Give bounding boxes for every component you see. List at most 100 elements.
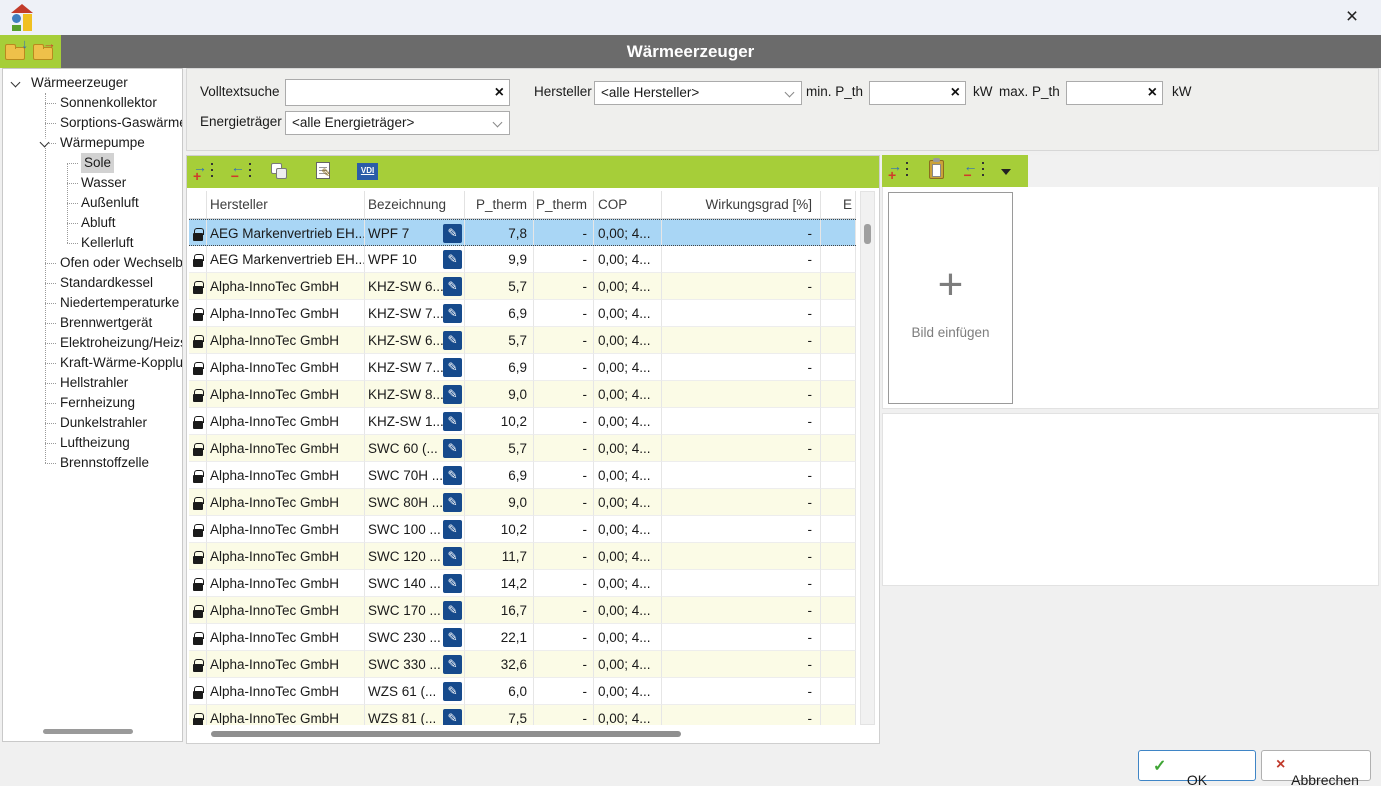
col-p-therm[interactable]: P_therm [465, 191, 534, 218]
table-row[interactable]: Alpha-InnoTec GmbHSWC 330 ...✎32,6-0,00;… [189, 651, 856, 678]
table-row[interactable]: Alpha-InnoTec GmbHWZS 81 (...✎7,5-0,00; … [189, 705, 856, 725]
add-image-button[interactable]: → + [888, 159, 912, 183]
chevron-down-icon[interactable] [11, 78, 21, 88]
hersteller-select[interactable]: <alle Hersteller> [594, 81, 802, 105]
table-vscrollbar[interactable] [860, 191, 875, 725]
table-row[interactable]: Alpha-InnoTec GmbHWZS 61 (...✎6,0-0,00; … [189, 678, 856, 705]
tree-item-fernheizung[interactable]: Fernheizung [3, 393, 182, 413]
tree-item-wasser[interactable]: Wasser [3, 173, 182, 193]
cell-lock [189, 408, 207, 435]
table-row[interactable]: Alpha-InnoTec GmbHSWC 120 ...✎11,7-0,00;… [189, 543, 856, 570]
table-row[interactable]: Alpha-InnoTec GmbHKHZ-SW 7...✎6,9-0,00; … [189, 354, 856, 381]
edit-icon[interactable]: ✎ [443, 277, 462, 296]
ok-button[interactable]: ✓ OK [1138, 750, 1256, 781]
edit-icon[interactable]: ✎ [443, 466, 462, 485]
image-placeholder[interactable]: + Bild einfügen [888, 192, 1013, 404]
close-icon[interactable]: × [1339, 4, 1365, 30]
table-row[interactable]: Alpha-InnoTec GmbHSWC 70H ...✎6,9-0,00; … [189, 462, 856, 489]
tree-item-außenluft[interactable]: Außenluft [3, 193, 182, 213]
edit-icon[interactable]: ✎ [443, 224, 462, 243]
tree-item-niedertemperaturke[interactable]: Niedertemperaturke [3, 293, 182, 313]
tree-item-hellstrahler[interactable]: Hellstrahler [3, 373, 182, 393]
remove-image-button[interactable]: ← − [964, 159, 988, 183]
edit-icon[interactable]: ✎ [443, 520, 462, 539]
table-row[interactable]: Alpha-InnoTec GmbHKHZ-SW 7...✎6,9-0,00; … [189, 300, 856, 327]
export-folder-button[interactable]: → [32, 41, 56, 62]
energietraeger-select[interactable]: <alle Energieträger> [285, 111, 510, 135]
min-pth-unit: kW [973, 84, 993, 99]
clear-min-pth-icon[interactable]: × [951, 86, 960, 100]
min-pth-input[interactable] [874, 82, 945, 104]
tree-item-sole[interactable]: Sole [3, 153, 182, 173]
tree-item-wärmepumpe[interactable]: Wärmepumpe [3, 133, 182, 153]
tree-hscrollbar-thumb[interactable] [43, 729, 133, 734]
edit-icon[interactable]: ✎ [443, 304, 462, 323]
edit-icon[interactable]: ✎ [443, 412, 462, 431]
table-row[interactable]: AEG Markenvertrieb EH...WPF 7✎7,8-0,00; … [189, 219, 856, 246]
table-toolbar: → + ← − ✎ VDI [187, 156, 879, 188]
table-hscrollbar[interactable] [189, 728, 859, 740]
table-row[interactable]: Alpha-InnoTec GmbHSWC 230 ...✎22,1-0,00;… [189, 624, 856, 651]
table-row[interactable]: AEG Markenvertrieb EH...WPF 10✎9,9-0,00;… [189, 246, 856, 273]
col-wirkungsgrad[interactable]: Wirkungsgrad [%] [662, 191, 821, 218]
clear-max-pth-icon[interactable]: × [1148, 86, 1157, 100]
tree-item-dunkelstrahler[interactable]: Dunkelstrahler [3, 413, 182, 433]
table-row[interactable]: Alpha-InnoTec GmbHSWC 140 ...✎14,2-0,00;… [189, 570, 856, 597]
fulltext-input[interactable] [290, 80, 457, 105]
import-folder-button[interactable]: ↓ [4, 41, 28, 62]
table-row[interactable]: Alpha-InnoTec GmbHSWC 60 (...✎5,7-0,00; … [189, 435, 856, 462]
clear-fulltext-icon[interactable]: × [495, 86, 504, 100]
edit-entry-button[interactable]: ✎ [314, 160, 338, 184]
edit-icon[interactable]: ✎ [443, 682, 462, 701]
tree-item-standardkessel[interactable]: Standardkessel [3, 273, 182, 293]
cell-wirkungsgrad: - [662, 220, 821, 245]
col-cop[interactable]: COP [594, 191, 662, 218]
edit-icon[interactable]: ✎ [443, 250, 462, 269]
tree-item-wärmeerzeuger[interactable]: Wärmeerzeuger [3, 73, 182, 93]
table-row[interactable]: Alpha-InnoTec GmbHSWC 170 ...✎16,7-0,00;… [189, 597, 856, 624]
table-row[interactable]: Alpha-InnoTec GmbHKHZ-SW 6...✎5,7-0,00; … [189, 327, 856, 354]
table-row[interactable]: Alpha-InnoTec GmbHKHZ-SW 6...✎5,7-0,00; … [189, 273, 856, 300]
cancel-button[interactable]: × Abbrechen [1261, 750, 1371, 781]
edit-icon[interactable]: ✎ [443, 439, 462, 458]
paste-image-button[interactable] [926, 159, 950, 183]
tree-item-sorptions-gaswärme[interactable]: Sorptions-Gaswärme [3, 113, 182, 133]
tree-item-kraft-wärme-kopplu[interactable]: Kraft-Wärme-Kopplu [3, 353, 182, 373]
tree-item-brennstoffzelle[interactable]: Brennstoffzelle [3, 453, 182, 473]
table-row[interactable]: Alpha-InnoTec GmbHSWC 100 ...✎10,2-0,00;… [189, 516, 856, 543]
col-e[interactable]: E [821, 191, 856, 218]
tree-item-brennwertgerät[interactable]: Brennwertgerät [3, 313, 182, 333]
edit-icon[interactable]: ✎ [443, 655, 462, 674]
edit-icon[interactable]: ✎ [443, 628, 462, 647]
tree-item-luftheizung[interactable]: Luftheizung [3, 433, 182, 453]
edit-icon[interactable]: ✎ [443, 385, 462, 404]
edit-icon[interactable]: ✎ [443, 331, 462, 350]
add-entry-button[interactable]: → + [193, 160, 217, 184]
edit-icon[interactable]: ✎ [443, 493, 462, 512]
chevron-down-icon[interactable] [40, 138, 50, 148]
tree-item-kellerluft[interactable]: Kellerluft [3, 233, 182, 253]
col-bezeichnung[interactable]: Bezeichnung [365, 191, 465, 218]
col-p-therm-2[interactable]: P_therm [534, 191, 594, 218]
edit-icon[interactable]: ✎ [443, 547, 462, 566]
edit-icon[interactable]: ✎ [443, 574, 462, 593]
vdi-import-button[interactable]: VDI [356, 160, 380, 184]
table-row[interactable]: Alpha-InnoTec GmbHKHZ-SW 8...✎9,0-0,00; … [189, 381, 856, 408]
col-hersteller[interactable]: Hersteller [207, 191, 365, 218]
remove-entry-button[interactable]: ← − [231, 160, 255, 184]
copy-entry-button[interactable] [269, 160, 293, 184]
max-pth-input[interactable] [1071, 82, 1142, 104]
tree-item-elektroheizung-heizs[interactable]: Elektroheizung/Heizs [3, 333, 182, 353]
edit-icon[interactable]: ✎ [443, 358, 462, 377]
tree-item-sonnenkollektor[interactable]: Sonnenkollektor [3, 93, 182, 113]
tree-item-ofen-oder-wechselb[interactable]: Ofen oder Wechselb [3, 253, 182, 273]
edit-icon[interactable]: ✎ [443, 601, 462, 620]
cell-e [821, 246, 856, 273]
tree-item-abluft[interactable]: Abluft [3, 213, 182, 233]
edit-icon[interactable]: ✎ [443, 709, 462, 725]
image-menu-button[interactable] [1001, 159, 1015, 183]
table-row[interactable]: Alpha-InnoTec GmbHKHZ-SW 1...✎10,2-0,00;… [189, 408, 856, 435]
table-vscrollbar-thumb[interactable] [864, 224, 871, 244]
table-row[interactable]: Alpha-InnoTec GmbHSWC 80H ...✎9,0-0,00; … [189, 489, 856, 516]
table-hscrollbar-thumb[interactable] [211, 731, 681, 737]
